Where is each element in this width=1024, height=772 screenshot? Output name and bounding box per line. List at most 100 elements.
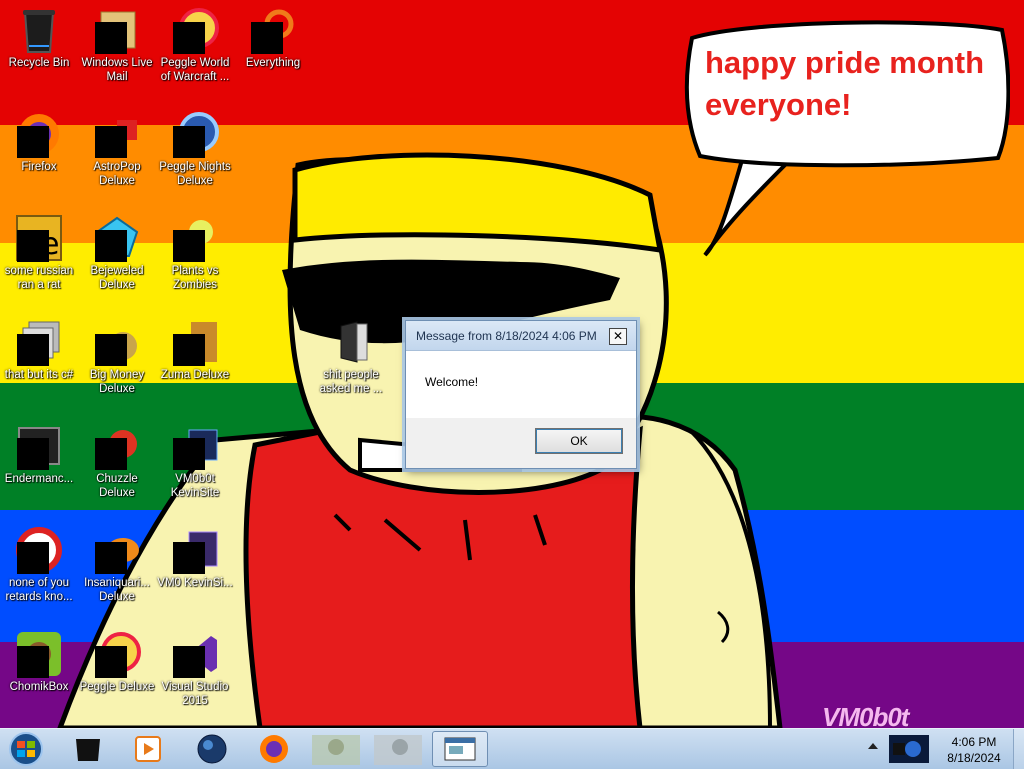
desktop-icon-vm0-kevinsite[interactable]: VM0 KevinSi...	[156, 520, 234, 590]
visual-studio-icon	[171, 630, 219, 678]
redaction-box	[17, 542, 49, 574]
desktop-icon-label: VM0b0t KevinSite	[170, 473, 220, 499]
desktop-icon-big-money-deluxe[interactable]: Big Money Deluxe	[78, 312, 156, 396]
firefox-icon	[260, 735, 288, 763]
desktop-icon-endermanc[interactable]: Endermanc...	[0, 416, 78, 486]
redaction-box	[173, 646, 205, 678]
desktop-icon-peggle-world-of-warcraft[interactable]: Peggle World of Warcraft ...	[156, 0, 234, 84]
start-orb-icon	[9, 732, 43, 766]
desktop-icon-label: Peggle World of Warcraft ...	[160, 57, 230, 83]
redaction-box	[17, 438, 49, 470]
desktop[interactable]: happy pride month everyone! VM0b0t Recyc…	[0, 0, 1024, 728]
close-icon: ✕	[612, 329, 624, 343]
thumbnail-icon	[312, 735, 360, 765]
show-desktop-button[interactable]	[1013, 729, 1024, 769]
desktop-icon-label: Everything	[245, 57, 301, 69]
media-player-icon	[135, 736, 161, 762]
game-icon	[93, 422, 141, 470]
money-bag-icon	[93, 318, 141, 366]
taskbar: 4:06 PM 8/18/2024	[0, 728, 1024, 769]
desktop-icon-visual-studio-2015[interactable]: Visual Studio 2015	[156, 624, 234, 708]
desktop-icon-plants-vs-zombies[interactable]: Plants vs Zombies	[156, 208, 234, 292]
start-button[interactable]	[4, 731, 52, 767]
folder-icon	[15, 318, 63, 366]
desktop-icon-none-of-you[interactable]: none of you retards kno...	[0, 520, 78, 604]
system-clock[interactable]: 4:06 PM 8/18/2024	[934, 734, 1014, 766]
desktop-icon-firefox[interactable]: Firefox	[0, 104, 78, 174]
console-icon	[15, 422, 63, 470]
desktop-icon-label: Recycle Bin	[8, 57, 70, 69]
desktop-icon-label: Zuma Deluxe	[160, 369, 230, 381]
taskbar-firefox[interactable]	[246, 731, 302, 767]
taskbar-media-player[interactable]	[120, 731, 176, 767]
taskbar-globe[interactable]	[184, 731, 240, 767]
desktop-icon-chomikbox[interactable]: ChomikBox	[0, 624, 78, 694]
taskbar-window-1[interactable]	[308, 731, 364, 767]
desktop-icon-vm0b0t-kevinsite[interactable]: VM0b0t KevinSite	[156, 416, 234, 500]
redaction-box	[95, 22, 127, 54]
redaction-box	[173, 22, 205, 54]
desktop-icon-label: Insaniquari... Deluxe	[84, 577, 150, 603]
plant-icon	[171, 214, 219, 262]
message-dialog[interactable]: Message from 8/18/2024 4:06 PM ✕ Welcome…	[405, 320, 637, 469]
desktop-icon-that-but-its-csharp[interactable]: that but its c#	[0, 312, 78, 382]
redaction-box	[95, 438, 127, 470]
fish-icon	[93, 526, 141, 574]
desktop-icon-everything[interactable]: Everything	[234, 0, 312, 70]
redaction-box	[173, 542, 205, 574]
redaction-box	[95, 334, 127, 366]
desktop-icon-some-russian-ran-a-rat[interactable]: e some russian ran a rat	[0, 208, 78, 292]
desktop-icon-label: shit people asked me ...	[319, 369, 383, 395]
hamster-icon	[15, 630, 63, 678]
desktop-icon-peggle-deluxe[interactable]: Peggle Deluxe	[78, 624, 156, 694]
desktop-icon-windows-live-mail[interactable]: Windows Live Mail	[78, 0, 156, 84]
taskbar-recycle-bin[interactable]	[60, 731, 116, 767]
tray-expand-icon[interactable]	[868, 743, 878, 749]
redaction-box	[17, 230, 49, 262]
desktop-icon-label: Windows Live Mail	[81, 57, 153, 83]
desktop-icon-astropop-deluxe[interactable]: AstroPop Deluxe	[78, 104, 156, 188]
app-icon	[15, 526, 63, 574]
frog-icon	[171, 318, 219, 366]
speech-bubble-text: happy pride month everyone!	[705, 45, 984, 122]
redaction-box	[95, 126, 127, 158]
desktop-icon-peggle-nights-deluxe[interactable]: Peggle Nights Deluxe	[156, 104, 234, 188]
dialog-titlebar[interactable]: Message from 8/18/2024 4:06 PM ✕	[406, 321, 636, 351]
desktop-icon-label: Bejeweled Deluxe	[90, 265, 144, 291]
desktop-icon-insaniquarium-deluxe[interactable]: Insaniquari... Deluxe	[78, 520, 156, 604]
desktop-icon-label: Visual Studio 2015	[161, 681, 229, 707]
app-icon: e	[15, 214, 63, 262]
redaction-box	[173, 230, 205, 262]
desktop-icon-folder-asked-me[interactable]: shit people asked me ...	[312, 312, 390, 396]
desktop-icon-label: Peggle Nights Deluxe	[159, 161, 231, 187]
redaction-box	[95, 230, 127, 262]
dialog-title: Message from 8/18/2024 4:06 PM	[416, 329, 597, 343]
peggle-icon	[93, 630, 141, 678]
gem-icon	[93, 214, 141, 262]
thumbnail-icon	[374, 735, 422, 765]
dialog-message: Welcome!	[425, 375, 479, 389]
desktop-icon-recycle-bin[interactable]: Recycle Bin	[0, 0, 78, 70]
folder-icon	[327, 318, 375, 366]
desktop-icon-label: Plants vs Zombies	[171, 265, 219, 291]
redaction-box	[173, 438, 205, 470]
taskbar-message-window[interactable]	[432, 731, 488, 767]
mail-icon	[93, 6, 141, 54]
clock-time: 4:06 PM	[951, 735, 997, 749]
desktop-icon-chuzzle-deluxe[interactable]: Chuzzle Deluxe	[78, 416, 156, 500]
dialog-body: Welcome!	[406, 351, 636, 418]
tray-app-icon[interactable]	[887, 733, 931, 765]
clock-date: 8/18/2024	[947, 751, 1001, 765]
recycle-bin-icon	[15, 6, 63, 54]
dialog-footer: OK	[406, 418, 636, 468]
desktop-icon-label: Peggle Deluxe	[79, 681, 155, 693]
taskbar-window-2[interactable]	[370, 731, 426, 767]
desktop-icon-label: Endermanc...	[4, 473, 74, 485]
site-icon	[171, 526, 219, 574]
desktop-icon-bejeweled-deluxe[interactable]: Bejeweled Deluxe	[78, 208, 156, 292]
close-button[interactable]: ✕	[609, 328, 627, 345]
window-icon	[444, 737, 476, 761]
ok-button[interactable]: OK	[535, 428, 623, 454]
redaction-box	[17, 646, 49, 678]
desktop-icon-zuma-deluxe[interactable]: Zuma Deluxe	[156, 312, 234, 382]
